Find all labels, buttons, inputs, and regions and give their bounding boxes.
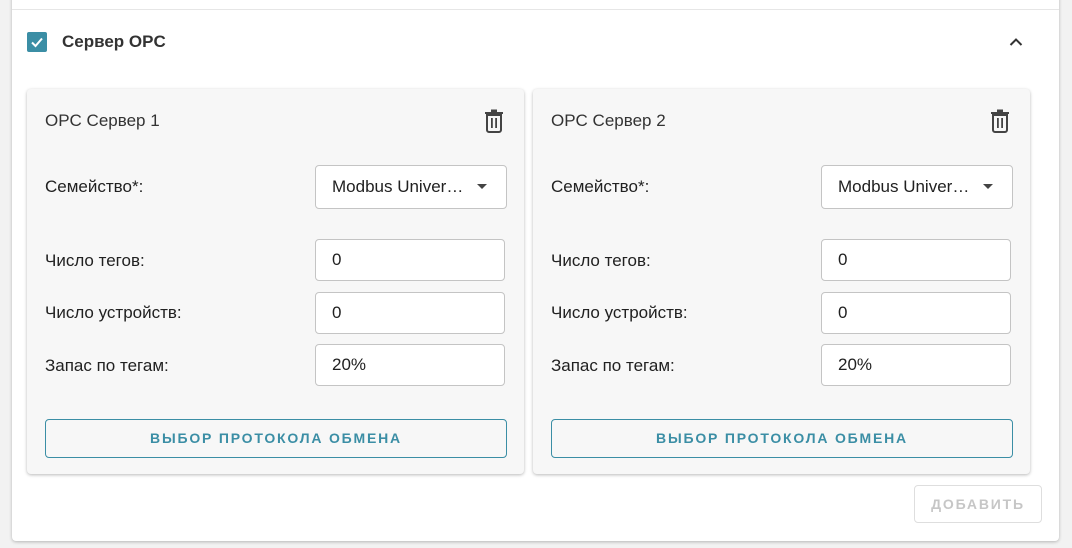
card-title: OPC Сервер 1 xyxy=(45,111,160,130)
add-server-button[interactable]: ДОБАВИТЬ xyxy=(914,485,1042,523)
section-header: Сервер OPC xyxy=(26,30,1046,54)
devices-label: Число устройств: xyxy=(551,303,688,322)
reserve-input[interactable] xyxy=(315,344,505,386)
caret-down-icon xyxy=(983,184,993,189)
chevron-up-icon xyxy=(1009,38,1023,46)
enable-opc-checkbox[interactable] xyxy=(27,32,47,52)
reserve-label: Запас по тегам: xyxy=(45,356,169,375)
family-select-value: Modbus Universal xyxy=(332,177,464,196)
check-icon xyxy=(31,37,43,48)
opc-server-card: OPC Сервер 2 Семейство*: Modbus Universa… xyxy=(533,89,1030,474)
select-protocol-button[interactable]: ВЫБОР ПРОТОКОЛА ОБМЕНА xyxy=(45,419,507,458)
family-select[interactable]: Modbus Universal xyxy=(821,165,1013,209)
tags-label: Число тегов: xyxy=(45,251,145,270)
caret-down-icon xyxy=(477,184,487,189)
card-title: OPC Сервер 2 xyxy=(551,111,666,130)
devices-input[interactable] xyxy=(315,292,505,334)
family-label: Семейство*: xyxy=(45,177,144,196)
divider xyxy=(12,9,1059,10)
collapse-button[interactable] xyxy=(1004,30,1028,54)
family-label: Семейство*: xyxy=(551,177,650,196)
devices-label: Число устройств: xyxy=(45,303,182,322)
family-select[interactable]: Modbus Universal xyxy=(315,165,507,209)
trash-icon xyxy=(991,109,1009,133)
tags-label: Число тегов: xyxy=(551,251,651,270)
reserve-input[interactable] xyxy=(821,344,1011,386)
section-title: Сервер OPC xyxy=(62,32,166,51)
family-select-value: Modbus Universal xyxy=(838,177,970,196)
select-protocol-button[interactable]: ВЫБОР ПРОТОКОЛА ОБМЕНА xyxy=(551,419,1013,458)
reserve-label: Запас по тегам: xyxy=(551,356,675,375)
trash-icon xyxy=(485,109,503,133)
tags-input[interactable] xyxy=(315,239,505,281)
tags-input[interactable] xyxy=(821,239,1011,281)
delete-server-button[interactable] xyxy=(483,109,505,133)
opc-server-card: OPC Сервер 1 Семейство*: Modbus Universa… xyxy=(27,89,524,474)
devices-input[interactable] xyxy=(821,292,1011,334)
delete-server-button[interactable] xyxy=(989,109,1011,133)
